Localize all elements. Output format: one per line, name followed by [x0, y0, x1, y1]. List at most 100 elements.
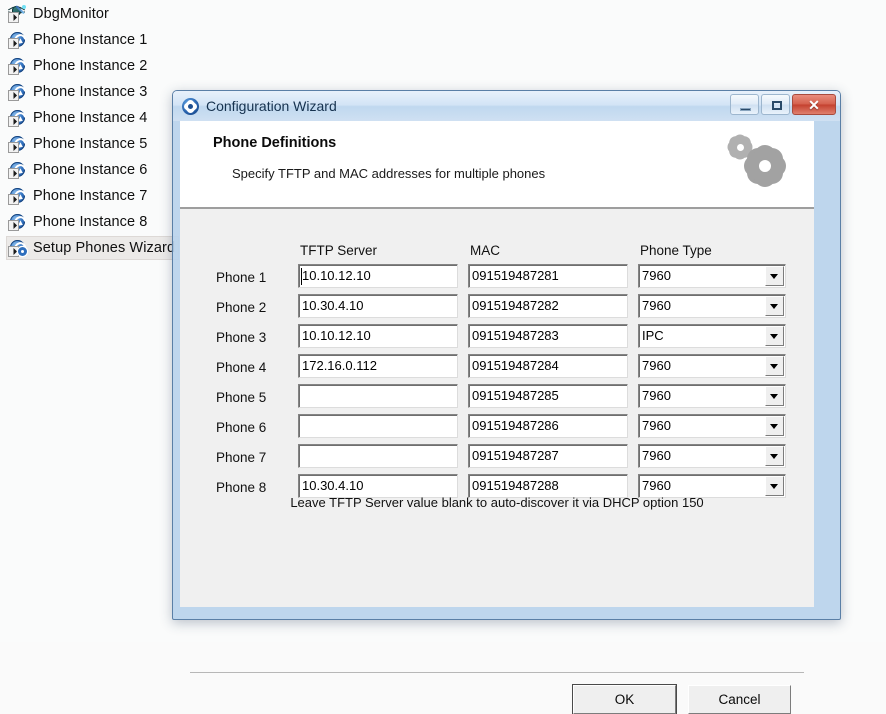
chevron-down-icon[interactable]	[765, 416, 784, 436]
gear-small-icon	[730, 137, 750, 157]
desktop-shortcut-label: DbgMonitor	[33, 6, 109, 22]
desktop-shortcut-phone-instance-8[interactable]: Phone Instance 8	[6, 210, 151, 234]
gears-icon	[728, 133, 792, 191]
phone-instance-icon	[8, 57, 26, 75]
phone-row-label: Phone 8	[216, 480, 266, 495]
desktop-shortcut-phone-instance-4[interactable]: Phone Instance 4	[6, 106, 151, 130]
dialog-title-bar[interactable]: Configuration Wizard ✕	[173, 91, 840, 121]
close-button[interactable]: ✕	[792, 94, 836, 115]
phone-instance-icon	[8, 31, 26, 49]
phone-instance-icon	[8, 161, 26, 179]
dialog-client-area: Phone Definitions Specify TFTP and MAC a…	[180, 121, 814, 607]
phone-type-value: 7960	[642, 475, 671, 497]
phone-instance-icon	[8, 109, 26, 127]
chevron-down-icon[interactable]	[765, 266, 784, 286]
phone-row: Phone 2 10.30.4.10 091519487282 7960	[180, 294, 814, 324]
phone-type-select[interactable]: 7960	[638, 384, 786, 408]
phone-type-select[interactable]: 7960	[638, 294, 786, 318]
column-header-mac: MAC	[470, 243, 500, 258]
tftp-server-input[interactable]: 172.16.0.112	[298, 354, 458, 378]
tftp-server-input[interactable]	[298, 414, 458, 438]
desktop-shortcut-phone-instance-3[interactable]: Phone Instance 3	[6, 80, 151, 104]
column-header-phone-type: Phone Type	[640, 243, 712, 258]
phone-instance-icon	[8, 83, 26, 101]
phone-type-select[interactable]: 7960	[638, 354, 786, 378]
chevron-down-icon[interactable]	[765, 446, 784, 466]
desktop-shortcut-phone-instance-7[interactable]: Phone Instance 7	[6, 184, 151, 208]
phone-row-label: Phone 3	[216, 330, 266, 345]
minimize-button[interactable]	[730, 94, 759, 115]
desktop-shortcut-label: Phone Instance 3	[33, 84, 147, 100]
chevron-down-icon[interactable]	[765, 356, 784, 376]
desktop-shortcut-phone-instance-1[interactable]: Phone Instance 1	[6, 28, 151, 52]
phone-row: Phone 3 10.10.12.10 091519487283 IPC	[180, 324, 814, 354]
phone-type-select[interactable]: IPC	[638, 324, 786, 348]
mac-address-input[interactable]: 091519487285	[468, 384, 628, 408]
desktop-shortcut-phone-instance-5[interactable]: Phone Instance 5	[6, 132, 151, 156]
mac-address-input[interactable]: 091519487282	[468, 294, 628, 318]
maximize-button[interactable]	[761, 94, 790, 115]
phone-definitions-form: TFTP Server MAC Phone Type Phone 1 10.10.…	[180, 209, 814, 607]
mac-address-input[interactable]: 091519487281	[468, 264, 628, 288]
phone-type-select[interactable]: 7960	[638, 444, 786, 468]
phone-instance-icon	[8, 213, 26, 231]
cancel-button[interactable]: Cancel	[688, 685, 791, 714]
phone-type-value: 7960	[642, 265, 671, 287]
phone-row-label: Phone 7	[216, 450, 266, 465]
phone-type-select[interactable]: 7960	[638, 264, 786, 288]
phone-type-value: 7960	[642, 385, 671, 407]
desktop-shortcut-phone-instance-6[interactable]: Phone Instance 6	[6, 158, 151, 182]
chevron-down-icon[interactable]	[765, 326, 784, 346]
desktop-shortcut-label: Phone Instance 7	[33, 188, 147, 204]
tftp-server-input[interactable]: 10.10.12.10	[298, 264, 458, 288]
desktop-shortcut-label: Phone Instance 1	[33, 32, 147, 48]
column-header-tftp: TFTP Server	[300, 243, 377, 258]
phone-type-value: 7960	[642, 445, 671, 467]
maximize-icon	[772, 101, 782, 110]
banner-title: Phone Definitions	[213, 135, 336, 151]
close-icon: ✕	[793, 97, 835, 113]
phone-row: Phone 6 091519487286 7960	[180, 414, 814, 444]
phone-type-value: 7960	[642, 355, 671, 377]
tftp-server-input[interactable]: 10.30.4.10	[298, 294, 458, 318]
chevron-down-icon[interactable]	[765, 386, 784, 406]
tftp-server-input[interactable]	[298, 384, 458, 408]
blue-gear-icon	[182, 98, 199, 115]
minimize-icon	[740, 108, 751, 111]
window-button-group: ✕	[730, 94, 836, 115]
phone-type-value: 7960	[642, 415, 671, 437]
phone-row: Phone 5 091519487285 7960	[180, 384, 814, 414]
phone-row-label: Phone 4	[216, 360, 266, 375]
desktop-shortcut-label: Phone Instance 2	[33, 58, 147, 74]
wizard-banner: Phone Definitions Specify TFTP and MAC a…	[180, 121, 814, 209]
ok-button[interactable]: OK	[573, 685, 676, 714]
desktop-shortcut-label: Phone Instance 6	[33, 162, 147, 178]
phone-type-select[interactable]: 7960	[638, 414, 786, 438]
desktop-shortcut-dbgmonitor[interactable]: DbgMonitor	[6, 2, 113, 26]
mac-address-input[interactable]: 091519487287	[468, 444, 628, 468]
phone-row: Phone 1 10.10.12.10 091519487281 7960	[180, 264, 814, 294]
phone-row: Phone 7 091519487287 7960	[180, 444, 814, 474]
mac-address-input[interactable]: 091519487283	[468, 324, 628, 348]
desktop-shortcut-phone-instance-2[interactable]: Phone Instance 2	[6, 54, 151, 78]
desktop-shortcut-setup-phones-wizard[interactable]: Setup Phones Wizard	[6, 236, 179, 260]
dialog-title: Configuration Wizard	[206, 98, 337, 114]
desktop-shortcut-label: Phone Instance 5	[33, 136, 147, 152]
chevron-down-icon[interactable]	[765, 296, 784, 316]
tftp-server-input[interactable]: 10.10.12.10	[298, 324, 458, 348]
mac-address-input[interactable]: 091519487286	[468, 414, 628, 438]
footer-separator	[190, 672, 804, 673]
phone-type-value: 7960	[642, 295, 671, 317]
mac-address-input[interactable]: 091519487284	[468, 354, 628, 378]
phone-instance-icon	[8, 187, 26, 205]
phone-row-label: Phone 5	[216, 390, 266, 405]
phone-row-label: Phone 2	[216, 300, 266, 315]
banner-subtitle: Specify TFTP and MAC addresses for multi…	[232, 166, 545, 181]
phone-row-label: Phone 1	[216, 270, 266, 285]
chevron-down-icon[interactable]	[765, 476, 784, 496]
setup-wizard-icon	[8, 239, 26, 257]
phone-row-label: Phone 6	[216, 420, 266, 435]
tftp-server-input[interactable]	[298, 444, 458, 468]
bug-wand-icon	[8, 5, 26, 23]
desktop-shortcut-label: Setup Phones Wizard	[33, 240, 175, 256]
